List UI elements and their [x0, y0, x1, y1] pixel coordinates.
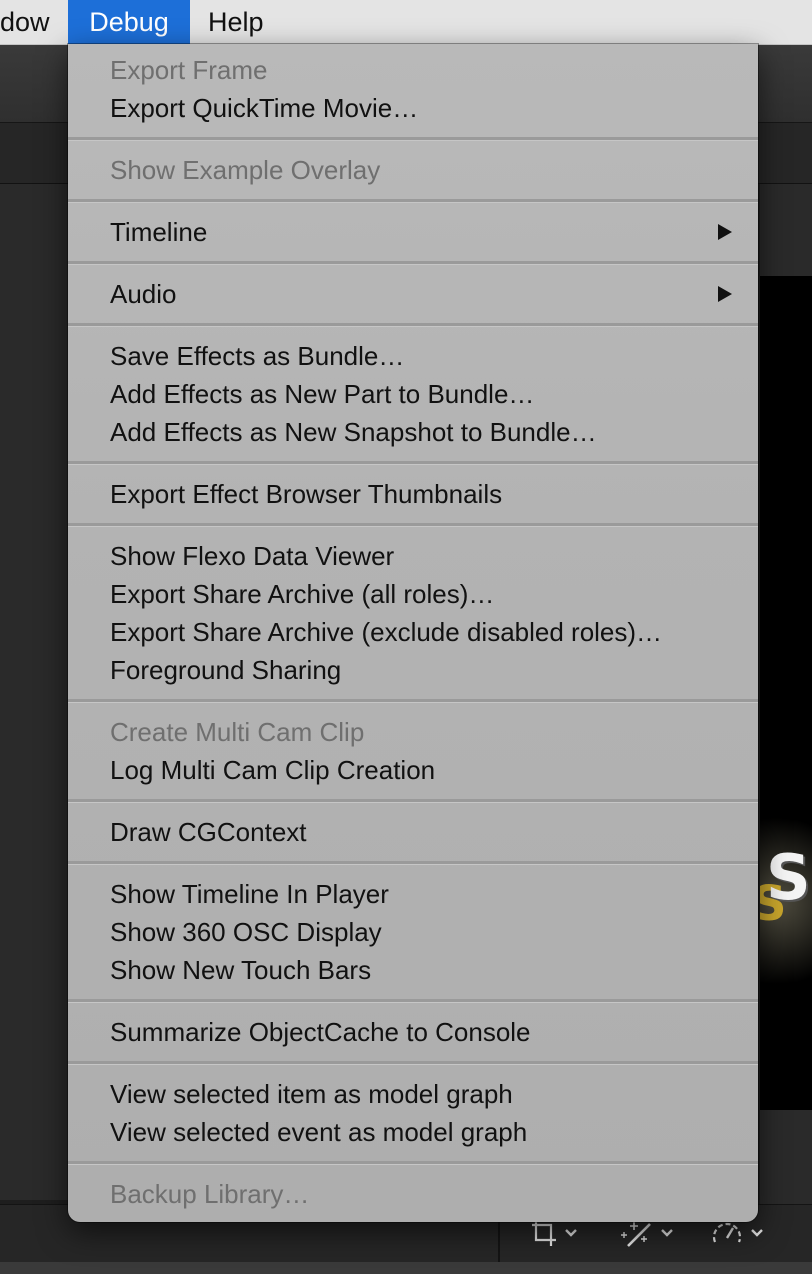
- crop-icon: [530, 1218, 558, 1248]
- menu-item-timeline-label: Timeline: [110, 217, 208, 247]
- menu-item-draw-cgcontext[interactable]: Draw CGContext: [68, 813, 758, 851]
- menu-item-show-new-touch-bars[interactable]: Show New Touch Bars: [68, 951, 758, 989]
- menu-separator: [68, 699, 758, 703]
- menu-item-view-event-model-graph[interactable]: View selected event as model graph: [68, 1113, 758, 1151]
- viewer-header: [760, 184, 812, 276]
- chevron-down-icon: [750, 1228, 764, 1238]
- menu-bar: dow Debug Help: [0, 0, 812, 45]
- menubar-item-window[interactable]: dow: [0, 0, 68, 44]
- menubar-item-debug[interactable]: Debug: [68, 0, 190, 44]
- menu-item-show-timeline-in-player[interactable]: Show Timeline In Player: [68, 875, 758, 913]
- menu-item-show-example-overlay[interactable]: Show Example Overlay: [68, 151, 758, 189]
- menu-item-export-share-archive-all[interactable]: Export Share Archive (all roles)…: [68, 575, 758, 613]
- menu-separator: [68, 461, 758, 465]
- menu-separator: [68, 323, 758, 327]
- submenu-arrow-icon: [716, 275, 734, 313]
- enhance-wand-icon: [620, 1218, 654, 1248]
- menu-item-create-multi-cam-clip[interactable]: Create Multi Cam Clip: [68, 713, 758, 751]
- submenu-arrow-icon: [716, 213, 734, 251]
- menu-item-backup-library[interactable]: Backup Library…: [68, 1175, 758, 1213]
- menu-item-export-effect-browser-thumbnails[interactable]: Export Effect Browser Thumbnails: [68, 475, 758, 513]
- menu-item-add-effects-new-snapshot[interactable]: Add Effects as New Snapshot to Bundle…: [68, 413, 758, 451]
- menu-item-view-item-model-graph[interactable]: View selected item as model graph: [68, 1075, 758, 1113]
- menu-separator: [68, 861, 758, 865]
- enhance-control[interactable]: [620, 1218, 674, 1248]
- menu-item-show-flexo-data-viewer[interactable]: Show Flexo Data Viewer: [68, 537, 758, 575]
- menu-separator: [68, 1061, 758, 1065]
- menu-item-show-360-osc-display[interactable]: Show 360 OSC Display: [68, 913, 758, 951]
- menu-separator: [68, 137, 758, 141]
- menu-item-foreground-sharing[interactable]: Foreground Sharing: [68, 651, 758, 689]
- menu-separator: [68, 799, 758, 803]
- menubar-item-help[interactable]: Help: [190, 0, 282, 44]
- menu-item-export-share-archive-exclude[interactable]: Export Share Archive (exclude disabled r…: [68, 613, 758, 651]
- menu-item-save-effects-as-bundle[interactable]: Save Effects as Bundle…: [68, 337, 758, 375]
- debug-menu: Export Frame Export QuickTime Movie… Sho…: [68, 44, 758, 1222]
- crop-control[interactable]: [530, 1218, 578, 1248]
- menu-item-summarize-objectcache[interactable]: Summarize ObjectCache to Console: [68, 1013, 758, 1051]
- menu-separator: [68, 523, 758, 527]
- menu-item-audio[interactable]: Audio: [68, 275, 758, 313]
- menu-item-add-effects-new-part[interactable]: Add Effects as New Part to Bundle…: [68, 375, 758, 413]
- menu-item-export-quicktime-movie[interactable]: Export QuickTime Movie…: [68, 89, 758, 127]
- menu-item-audio-label: Audio: [110, 279, 177, 309]
- menu-separator: [68, 261, 758, 265]
- viewer-canvas: S S: [760, 276, 812, 1110]
- menu-item-log-multi-cam-clip-creation[interactable]: Log Multi Cam Clip Creation: [68, 751, 758, 789]
- app-window: S S dow Debug Help Export Frame Export Q…: [0, 0, 812, 1274]
- menu-separator: [68, 999, 758, 1003]
- browser-panel: [0, 184, 70, 1200]
- menu-item-export-frame[interactable]: Export Frame: [68, 51, 758, 89]
- menu-separator: [68, 1161, 758, 1165]
- viewer-footer: [760, 1110, 812, 1204]
- menu-separator: [68, 199, 758, 203]
- speed-gauge-icon: [710, 1218, 744, 1248]
- chevron-down-icon: [660, 1228, 674, 1238]
- chevron-down-icon: [564, 1228, 578, 1238]
- menu-item-timeline[interactable]: Timeline: [68, 213, 758, 251]
- speed-control[interactable]: [710, 1218, 764, 1248]
- viewer-title-glyph: S: [766, 841, 811, 914]
- timeline-edge: [0, 1262, 812, 1274]
